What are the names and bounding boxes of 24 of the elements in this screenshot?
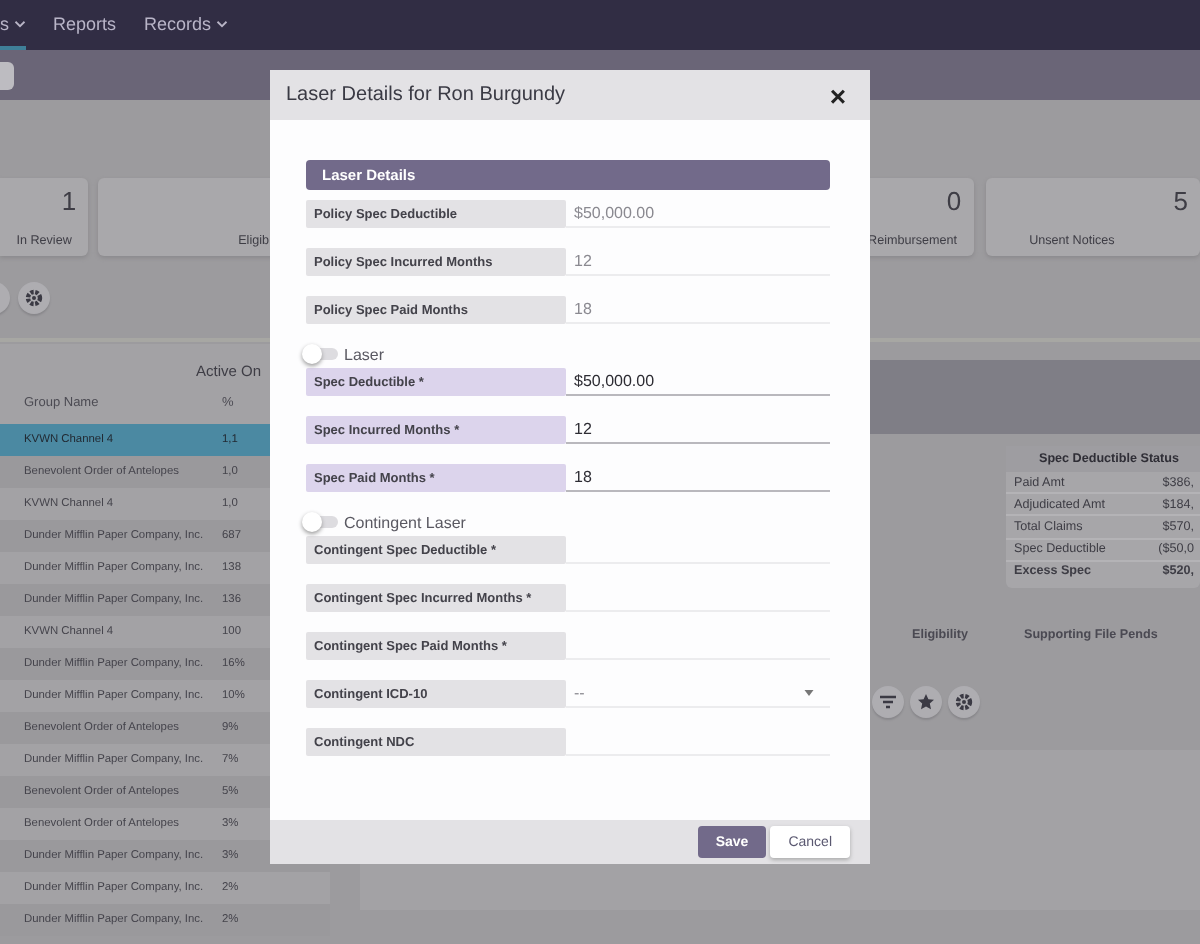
filter-icon[interactable]: [872, 685, 904, 718]
input-field[interactable]: $50,000.00: [566, 368, 830, 396]
toggle-label: Contingent Laser: [344, 513, 466, 531]
field-value: $50,000.00: [566, 200, 830, 228]
toggle-switch[interactable]: [306, 348, 338, 360]
input-field[interactable]: 18: [566, 464, 830, 492]
close-button[interactable]: ×: [825, 81, 850, 109]
field-value: 18: [566, 296, 830, 324]
stat-value: 5: [1173, 186, 1188, 216]
caret-icon: [804, 690, 814, 696]
settings-icon[interactable]: [18, 282, 50, 314]
star-icon[interactable]: [910, 685, 942, 718]
toggle-label: Laser: [344, 345, 385, 363]
settings-icon[interactable]: [948, 685, 980, 718]
nav-menu-item[interactable]: Records: [144, 0, 228, 50]
input-field[interactable]: 12: [566, 416, 830, 444]
stat-value: 0: [946, 186, 962, 216]
nav-menu-item[interactable]: Reports: [53, 0, 117, 50]
stat-value: 1: [61, 186, 77, 216]
dropdown[interactable]: --: [566, 680, 830, 708]
dialog-title: Laser Details for Ron Burgundy: [286, 84, 566, 106]
field-value: 12: [566, 248, 830, 276]
toolbar-button[interactable]: [0, 61, 14, 89]
toggle-switch[interactable]: [306, 516, 338, 528]
